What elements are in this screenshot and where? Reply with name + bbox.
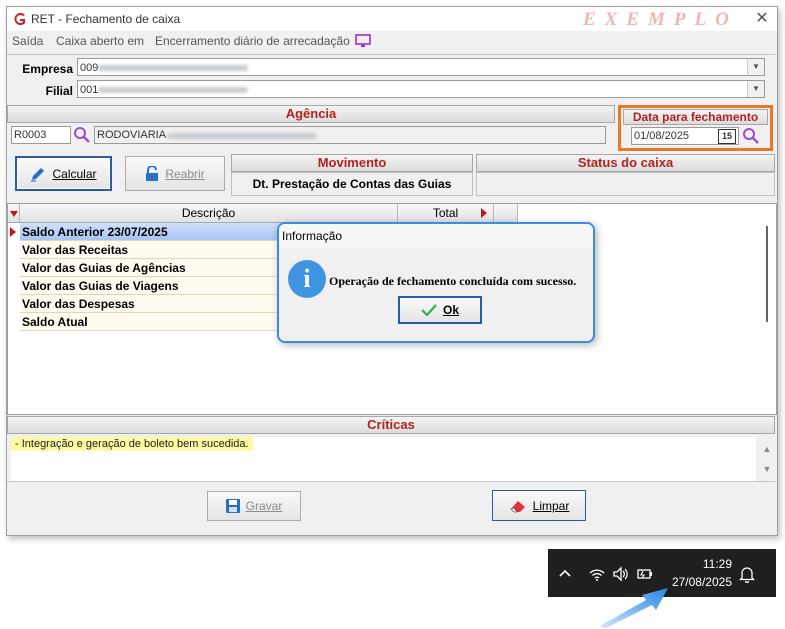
divider [7, 481, 775, 482]
limpar-button[interactable]: Limpar [492, 490, 586, 521]
triangle-right-icon [481, 208, 487, 218]
row-indicator-icon [10, 227, 16, 237]
reabrir-label: Reabrir [165, 166, 205, 181]
ok-label: Ok [442, 303, 459, 317]
criticas-header: Críticas [7, 416, 775, 434]
criticas-text-area[interactable]: - Integração e geração de boleto bem suc… [11, 437, 756, 481]
data-fechamento-header: Data para fechamento [623, 109, 768, 125]
dialog-title: Informação [279, 224, 593, 248]
blurred-text [98, 87, 248, 93]
grid-header: Descrição Total [8, 204, 518, 223]
menu-bar: Saída Caixa aberto em Encerramento diári… [7, 31, 777, 51]
data-fechamento-group: Data para fechamento 01/08/2025 15 [618, 105, 773, 151]
status-caixa-panel [476, 172, 775, 196]
data-fechamento-input[interactable]: 01/08/2025 15 [631, 127, 739, 145]
empresa-value: 009 [80, 62, 99, 74]
vertical-scrollbar[interactable] [760, 226, 774, 410]
chevron-up-icon[interactable] [556, 565, 574, 583]
clock-time[interactable]: 11:29 [703, 557, 732, 571]
limpar-label: Limpar [532, 498, 570, 513]
sort-indicator [8, 204, 20, 222]
dialog-message: Operação de fechamento concluída com suc… [329, 274, 577, 288]
scroll-down-icon[interactable]: ▼ [761, 459, 773, 479]
battery-icon[interactable] [636, 565, 654, 583]
wifi-icon[interactable] [588, 565, 606, 583]
watermark: EXEMPLO [583, 9, 738, 30]
info-icon: i [288, 260, 326, 298]
speaker-icon[interactable] [612, 565, 630, 583]
calcular-label: Calcular [52, 166, 97, 181]
criticas-line: - Integração e geração de boleto bem suc… [11, 437, 253, 451]
reabrir-button[interactable]: Reabrir [125, 156, 225, 191]
search-icon[interactable] [742, 127, 760, 145]
movimento-value: Dt. Prestação de Contas das Guias [231, 172, 473, 196]
column-extra [494, 204, 518, 222]
agencia-header: Agência [7, 105, 615, 123]
lock-icon [146, 165, 159, 181]
scroll-up-icon[interactable]: ▲ [761, 439, 773, 459]
calendar-icon[interactable]: 15 [718, 129, 736, 144]
pencil-icon [31, 167, 45, 182]
filial-select[interactable]: 001 ▼ [77, 80, 765, 98]
chevron-down-icon[interactable]: ▼ [747, 81, 764, 97]
checkmark-icon [421, 304, 437, 316]
movimento-header: Movimento [231, 154, 473, 172]
menu-saida[interactable]: Saída [12, 34, 43, 48]
blurred-text [98, 65, 248, 71]
pointer-arrow-icon [600, 588, 668, 628]
clock-date[interactable]: 27/08/2025 [672, 575, 732, 589]
eraser-icon [510, 500, 525, 512]
menu-encerramento[interactable]: Encerramento diário de arrecadação [155, 34, 350, 48]
company-group: Empresa 009 ▼ Filial 001 ▼ [7, 54, 775, 101]
data-fechamento-value: 01/08/2025 [634, 130, 690, 142]
menu-caixa-aberto[interactable]: Caixa aberto em [56, 34, 144, 48]
ok-button[interactable]: Ok [398, 296, 482, 324]
close-button[interactable]: ✕ [751, 9, 773, 29]
agencia-name-field: RODOVIARIA [94, 126, 606, 144]
window-title: RET - Fechamento de caixa [31, 12, 181, 26]
chevron-down-icon[interactable]: ▼ [747, 59, 764, 75]
title-bar: RET - Fechamento de caixa EXEMPLO ✕ [7, 7, 777, 31]
app-logo-icon [14, 13, 25, 25]
agencia-code-input[interactable]: R0003 [11, 126, 71, 144]
scroll-thumb[interactable] [766, 226, 768, 322]
column-total[interactable]: Total [398, 204, 494, 222]
monitor-icon[interactable] [355, 34, 371, 48]
calcular-button[interactable]: Calcular [15, 156, 112, 191]
blurred-text [167, 133, 317, 139]
column-descricao[interactable]: Descrição [20, 204, 398, 222]
bell-icon[interactable] [738, 565, 756, 583]
gravar-label: Gravar [245, 499, 283, 513]
search-icon[interactable] [73, 126, 91, 144]
filial-label: Filial [45, 84, 73, 98]
status-caixa-header: Status do caixa [476, 154, 775, 172]
floppy-disk-icon [225, 499, 240, 513]
triangle-down-icon [9, 211, 18, 217]
column-total-label: Total [432, 206, 459, 220]
agencia-name: RODOVIARIA [97, 129, 167, 141]
empresa-select[interactable]: 009 ▼ [77, 58, 765, 76]
gravar-button[interactable]: Gravar [207, 491, 301, 521]
criticas-scrollbar[interactable]: ▲ ▼ [761, 439, 773, 479]
filial-value: 001 [80, 84, 99, 96]
empresa-label: Empresa [22, 62, 73, 76]
info-dialog: Informação i Operação de fechamento conc… [277, 222, 595, 343]
